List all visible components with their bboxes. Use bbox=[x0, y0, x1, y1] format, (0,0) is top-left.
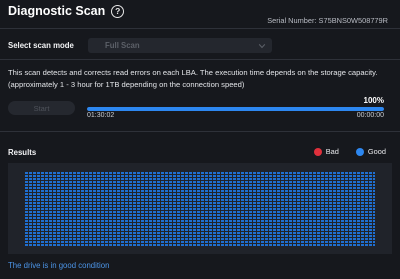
elapsed-time: 01:30:02 bbox=[87, 112, 115, 119]
help-circle-icon[interactable]: ? bbox=[111, 4, 125, 18]
chevron-down-icon bbox=[258, 43, 266, 48]
serial-number: Serial Number: S75BNS0W508779R bbox=[267, 16, 388, 25]
good-legend-label: Good bbox=[367, 147, 386, 156]
progress-divider bbox=[0, 131, 400, 132]
progress-percent: 100% bbox=[363, 96, 384, 105]
scan-description: This scan detects and corrects read erro… bbox=[8, 68, 378, 89]
good-legend-dot bbox=[355, 147, 364, 156]
mode-divider bbox=[0, 59, 400, 60]
drive-status-text: The drive is in good condition bbox=[8, 261, 110, 270]
progress-bar bbox=[87, 107, 384, 111]
lba-map-panel bbox=[8, 163, 392, 254]
progress-bar-fill bbox=[87, 107, 384, 111]
header-divider bbox=[0, 28, 400, 29]
bad-legend-label: Bad bbox=[325, 147, 339, 156]
bad-legend-dot bbox=[313, 147, 322, 156]
scan-mode-select[interactable]: Full Scan bbox=[88, 38, 272, 53]
results-legend: Bad Good bbox=[313, 147, 386, 156]
page-title: Diagnostic Scan ? bbox=[8, 4, 125, 18]
scan-mode-label: Select scan mode bbox=[8, 41, 74, 50]
results-label: Results bbox=[8, 148, 37, 157]
start-button[interactable]: Start bbox=[8, 101, 75, 115]
scan-mode-value: Full Scan bbox=[105, 41, 140, 50]
page-title-text: Diagnostic Scan bbox=[8, 4, 106, 18]
lba-block-grid bbox=[25, 171, 375, 246]
remaining-time: 00:00:00 bbox=[356, 112, 384, 119]
